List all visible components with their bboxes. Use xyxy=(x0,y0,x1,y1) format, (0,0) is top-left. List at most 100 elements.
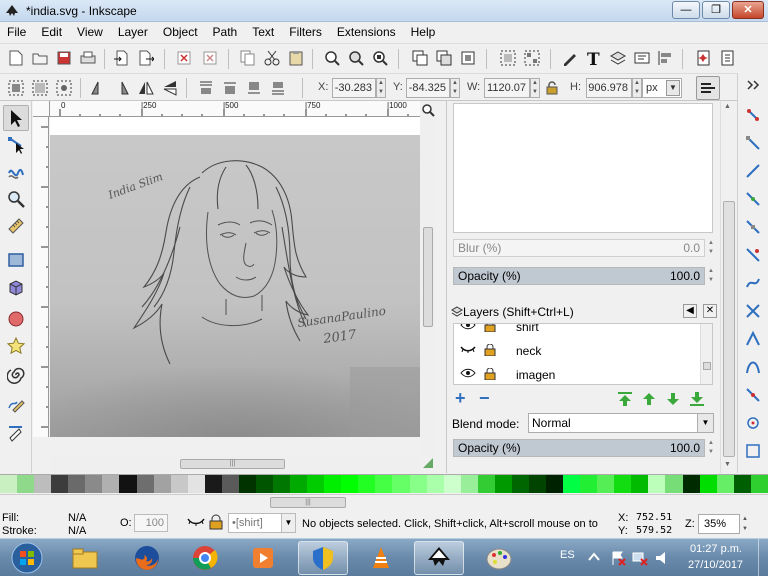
transform-affect-icon[interactable] xyxy=(696,76,720,100)
taskbar-media-player[interactable] xyxy=(238,541,288,575)
color-swatch[interactable] xyxy=(307,475,325,493)
current-layer-select[interactable]: •[shirt] ▼ xyxy=(228,513,296,533)
taskbar-explorer[interactable] xyxy=(60,541,110,575)
menu-filters[interactable]: Filters xyxy=(289,25,322,39)
layer-name[interactable]: imagen xyxy=(516,368,555,382)
menu-layer[interactable]: Layer xyxy=(118,25,148,39)
palette-scrollbar[interactable]: ||| xyxy=(0,494,768,510)
eye-open-icon[interactable] xyxy=(460,368,476,378)
color-swatch[interactable] xyxy=(409,475,427,493)
text-font-icon[interactable]: T xyxy=(584,48,604,68)
menu-object[interactable]: Object xyxy=(163,25,198,39)
close-panel-icon[interactable]: ✕ xyxy=(703,304,717,318)
vertical-ruler[interactable] xyxy=(33,117,49,437)
menu-edit[interactable]: Edit xyxy=(41,25,62,39)
layer-to-bottom-icon[interactable] xyxy=(689,391,705,407)
fill-stroke-icon[interactable] xyxy=(560,48,580,68)
undo-icon[interactable] xyxy=(174,48,194,68)
color-swatch[interactable] xyxy=(255,475,273,493)
snap-bbox-midpoint-icon[interactable] xyxy=(745,219,761,235)
opacity-field[interactable]: 100 xyxy=(134,514,168,532)
show-desktop-button[interactable] xyxy=(758,539,768,576)
color-swatch[interactable] xyxy=(716,475,734,493)
lock-icon[interactable] xyxy=(484,344,496,356)
menu-path[interactable]: Path xyxy=(213,25,238,39)
color-swatch[interactable] xyxy=(204,475,222,493)
color-swatch[interactable] xyxy=(119,475,137,493)
color-swatch[interactable] xyxy=(102,475,120,493)
color-swatch[interactable] xyxy=(324,475,342,493)
taskbar-paint[interactable] xyxy=(474,541,524,575)
taskbar-vlc[interactable] xyxy=(356,541,406,575)
clone-icon[interactable] xyxy=(434,48,454,68)
snap-smooth-nodes-icon[interactable] xyxy=(745,359,761,375)
language-indicator[interactable]: ES xyxy=(560,549,575,561)
show-hidden-icons[interactable] xyxy=(588,552,600,562)
color-swatch[interactable] xyxy=(460,475,478,493)
open-folder-icon[interactable] xyxy=(30,48,50,68)
stroke-value[interactable]: N/A xyxy=(68,525,86,537)
layer-raise-icon[interactable] xyxy=(641,391,657,407)
opacity-spinner[interactable]: ▲ ▼ xyxy=(707,267,715,285)
select-all-layers-icon[interactable] xyxy=(30,78,50,98)
export-icon[interactable] xyxy=(136,48,156,68)
color-swatch[interactable] xyxy=(34,475,52,493)
lock-icon[interactable] xyxy=(484,368,496,380)
color-swatch[interactable] xyxy=(682,475,700,493)
maximize-button[interactable]: ❐ xyxy=(702,1,730,19)
layer-row-imagen[interactable]: imagen xyxy=(454,364,702,384)
taskbar-security[interactable] xyxy=(298,541,348,575)
3d-box-tool-icon[interactable] xyxy=(3,274,29,300)
layer-opacity-spinner[interactable]: ▲ ▼ xyxy=(707,439,715,457)
w-field[interactable]: 1120.07 xyxy=(484,78,530,98)
redo-icon[interactable] xyxy=(200,48,220,68)
spiral-tool-icon[interactable] xyxy=(3,362,29,388)
snap-midpoints-icon[interactable] xyxy=(745,387,761,403)
menu-view[interactable]: View xyxy=(77,25,103,39)
zoom-spinner[interactable]: ▲ ▼ xyxy=(740,514,750,534)
flip-vertical-icon[interactable] xyxy=(160,78,180,98)
xml-editor-icon[interactable] xyxy=(632,48,652,68)
import-icon[interactable] xyxy=(112,48,132,68)
deselect-icon[interactable] xyxy=(54,78,74,98)
zoom-corner-icon[interactable] xyxy=(421,103,435,117)
layer-to-top-icon[interactable] xyxy=(617,391,633,407)
drawing-canvas[interactable]: India Slim SusanaPaulino 2017 xyxy=(50,117,420,437)
volume-icon[interactable] xyxy=(654,550,670,566)
zoom-field[interactable]: 35% xyxy=(698,514,740,534)
node-tool-icon[interactable] xyxy=(3,132,29,158)
color-swatch[interactable] xyxy=(341,475,359,493)
lower-icon[interactable] xyxy=(244,78,264,98)
layer-visibility-icon[interactable] xyxy=(187,515,205,529)
color-swatch[interactable] xyxy=(494,475,512,493)
snap-path-intersection-icon[interactable] xyxy=(745,303,761,319)
x-spinner[interactable]: ▲ ▼ xyxy=(376,78,386,98)
align-distribute-icon[interactable] xyxy=(656,48,676,68)
network-icon[interactable] xyxy=(632,550,648,566)
rotate-cw-icon[interactable] xyxy=(112,78,132,98)
menu-text[interactable]: Text xyxy=(252,25,274,39)
snap-paths-icon[interactable] xyxy=(745,275,761,291)
taskbar-chrome[interactable] xyxy=(180,541,230,575)
clock-time[interactable]: 01:27 p.m. xyxy=(690,543,742,555)
snap-bbox-corner-icon[interactable] xyxy=(745,191,761,207)
inkscape-app-icon[interactable] xyxy=(5,4,19,18)
copy-icon[interactable] xyxy=(238,48,258,68)
color-swatch[interactable] xyxy=(750,475,768,493)
color-swatch[interactable] xyxy=(238,475,256,493)
h-field[interactable]: 906.978 xyxy=(586,78,632,98)
taskbar-firefox[interactable] xyxy=(122,541,172,575)
selector-tool-icon[interactable] xyxy=(3,105,29,131)
new-document-icon[interactable] xyxy=(6,48,26,68)
close-button[interactable]: ✕ xyxy=(732,1,764,19)
fill-value[interactable]: N/A xyxy=(68,512,86,524)
ellipse-tool-icon[interactable] xyxy=(3,306,29,332)
color-swatch[interactable] xyxy=(631,475,649,493)
duplicate-icon[interactable] xyxy=(410,48,430,68)
snap-cusp-nodes-icon[interactable] xyxy=(745,331,761,347)
eye-open-icon[interactable] xyxy=(460,323,476,330)
layer-lower-icon[interactable] xyxy=(665,391,681,407)
color-swatch[interactable] xyxy=(546,475,564,493)
color-swatch[interactable] xyxy=(528,475,546,493)
color-swatch[interactable] xyxy=(699,475,717,493)
